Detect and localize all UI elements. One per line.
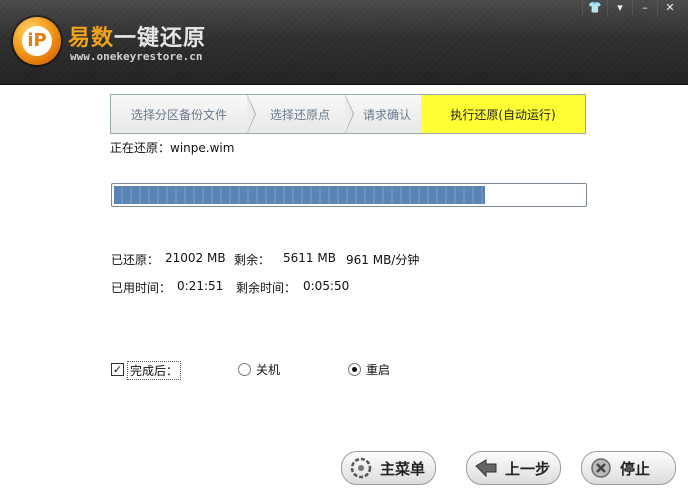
after-complete-checkbox[interactable]: ✓ bbox=[111, 363, 124, 376]
time-left-value: 0:05:50 bbox=[303, 279, 350, 293]
logo-glyph: iP bbox=[22, 26, 52, 56]
skin-icon[interactable]: 👕 bbox=[582, 0, 607, 16]
restart-label[interactable]: 重启 bbox=[366, 361, 390, 378]
minimize-icon[interactable]: – bbox=[632, 0, 657, 16]
restoring-status: 正在还原：winpe.wim bbox=[110, 139, 234, 156]
app-logo-icon: iP bbox=[13, 17, 61, 65]
remaining-label: 剩余： bbox=[234, 253, 271, 267]
app-title: 易数一键还原 bbox=[68, 20, 206, 52]
menu-icon[interactable]: ▾ bbox=[607, 0, 632, 16]
app-url: www.onekeyrestore.cn bbox=[70, 50, 203, 63]
time-left-label: 剩余时间： bbox=[236, 281, 297, 295]
wizard-step-label: 请求确认 bbox=[362, 107, 411, 122]
app-title-rest: 一键还原 bbox=[114, 26, 207, 51]
wizard-step-execute: 执行还原(自动运行) bbox=[421, 94, 586, 134]
elapsed-label: 已用时间： bbox=[111, 281, 172, 295]
app-header: iP 易数一键还原 www.onekeyrestore.cn 👕 ▾ – ✕ bbox=[0, 0, 688, 85]
wizard-steps: 选择分区备份文件 选择还原点 请求确认 执行还原(自动运行) bbox=[110, 94, 586, 134]
main-menu-icon bbox=[348, 457, 374, 479]
wizard-step-label: 选择分区备份文件 bbox=[130, 107, 227, 122]
app-title-brand: 易数 bbox=[68, 26, 115, 51]
wizard-step-select-point: 选择还原点 bbox=[247, 94, 354, 134]
restart-radio[interactable] bbox=[348, 363, 361, 376]
window-controls: 👕 ▾ – ✕ bbox=[582, 0, 682, 16]
wizard-step-label: 选择还原点 bbox=[269, 107, 330, 122]
shutdown-radio[interactable] bbox=[238, 363, 251, 376]
progress-fill bbox=[114, 186, 486, 204]
previous-label: 上一步 bbox=[505, 459, 551, 478]
remaining-value: 5611 MB bbox=[283, 251, 336, 265]
back-arrow-icon bbox=[473, 457, 499, 479]
stop-button[interactable]: 停止 bbox=[581, 451, 676, 485]
elapsed-value: 0:21:51 bbox=[177, 279, 224, 293]
restoring-label: 正在还原： bbox=[110, 141, 171, 155]
close-icon[interactable]: ✕ bbox=[657, 0, 682, 16]
previous-button[interactable]: 上一步 bbox=[466, 451, 561, 485]
restored-label: 已还原： bbox=[111, 253, 160, 267]
restore-progress-bar bbox=[111, 183, 587, 207]
stop-icon bbox=[588, 457, 614, 479]
after-complete-label[interactable]: 完成后： bbox=[127, 361, 182, 380]
main-menu-button[interactable]: 主菜单 bbox=[341, 451, 436, 485]
main-menu-label: 主菜单 bbox=[380, 459, 426, 478]
shutdown-label[interactable]: 关机 bbox=[256, 361, 280, 378]
wizard-step-confirm: 请求确认 bbox=[345, 94, 421, 134]
stop-label: 停止 bbox=[620, 459, 651, 478]
speed-value: 961 MB/分钟 bbox=[346, 253, 420, 267]
restored-value: 21002 MB bbox=[165, 251, 226, 265]
wizard-step-select-backup: 选择分区备份文件 bbox=[110, 94, 256, 134]
wizard-step-label: 执行还原(自动运行) bbox=[450, 107, 556, 122]
restoring-file: winpe.wim bbox=[170, 141, 235, 155]
